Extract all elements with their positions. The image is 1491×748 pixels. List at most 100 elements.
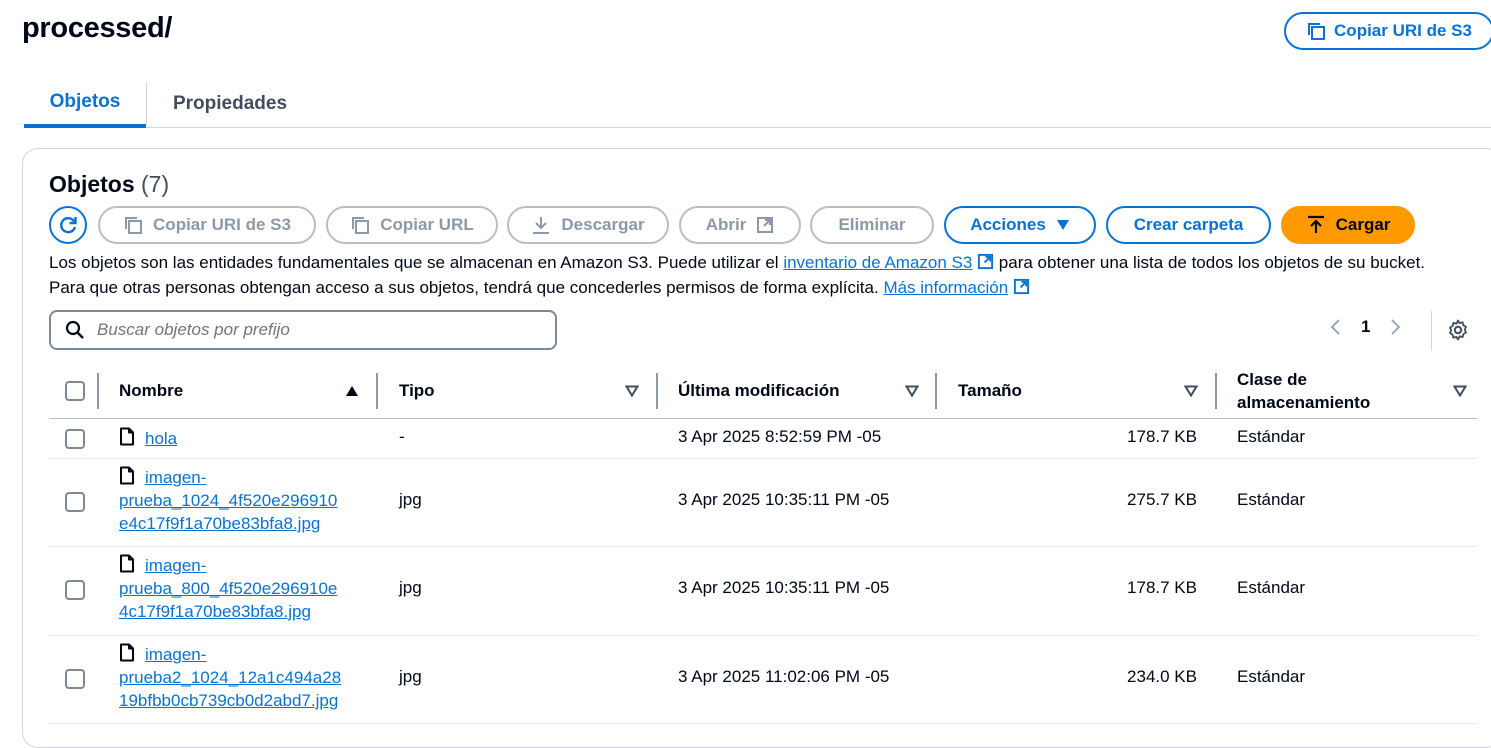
chevron-right-icon[interactable] bbox=[1390, 318, 1402, 336]
copy-icon bbox=[1308, 23, 1326, 40]
copy-uri-button[interactable]: Copiar URI de S3 bbox=[98, 206, 316, 244]
create-folder-button[interactable]: Crear carpeta bbox=[1106, 206, 1271, 244]
object-link[interactable]: imagen- bbox=[145, 556, 206, 575]
object-name: imagen- prueba_1024_4f520e296910 e4c17f9… bbox=[119, 466, 337, 535]
object-modified: 3 Apr 2025 10:35:11 PM -05 bbox=[678, 578, 890, 597]
refresh-icon bbox=[60, 217, 77, 234]
create-folder-label: Crear carpeta bbox=[1133, 215, 1244, 234]
sort-icon[interactable] bbox=[1184, 385, 1198, 397]
object-storage-class: Estándar bbox=[1237, 490, 1306, 509]
sort-icon[interactable] bbox=[625, 385, 639, 397]
sort-icon[interactable] bbox=[1453, 385, 1467, 397]
object-link[interactable]: hola bbox=[145, 429, 177, 448]
object-link[interactable]: 19bfbb0cb739cb0d2abd7.jpg bbox=[119, 691, 338, 710]
delete-button[interactable]: Eliminar bbox=[810, 206, 934, 244]
column-header-size[interactable]: Tamaño bbox=[958, 363, 1022, 419]
caret-down-icon bbox=[1056, 220, 1069, 230]
object-name: imagen- prueba_800_4f520e296910e 4c17f9f… bbox=[119, 554, 337, 623]
column-header-storage-class[interactable]: Clase de almacenamiento bbox=[1237, 363, 1370, 419]
object-size: 178.7 KB bbox=[1127, 578, 1197, 597]
select-all-checkbox[interactable] bbox=[65, 381, 85, 401]
column-divider bbox=[656, 373, 658, 409]
object-name: hola bbox=[119, 427, 177, 450]
row-checkbox[interactable] bbox=[65, 580, 85, 600]
object-storage-class: Estándar bbox=[1237, 427, 1306, 446]
table-row[interactable]: hola - 3 Apr 2025 8:52:59 PM -05 178.7 K… bbox=[49, 419, 1477, 459]
column-divider bbox=[935, 373, 937, 409]
sort-icon[interactable] bbox=[905, 385, 919, 397]
copy-s3-uri-label: Copiar URI de S3 bbox=[1334, 21, 1472, 40]
open-label: Abrir bbox=[705, 215, 747, 234]
object-link[interactable]: prueba_800_4f520e296910e bbox=[119, 579, 337, 598]
pager-divider bbox=[1431, 311, 1432, 351]
search-icon bbox=[65, 320, 84, 339]
copy-s3-uri-button[interactable]: Copiar URI de S3 bbox=[1284, 12, 1491, 50]
sort-ascending-icon[interactable] bbox=[345, 385, 359, 397]
object-link[interactable]: e4c17f9f1a70be83bfa8.jpg bbox=[119, 514, 320, 533]
object-link[interactable]: prueba_1024_4f520e296910 bbox=[119, 491, 337, 510]
object-link[interactable]: imagen- bbox=[145, 645, 206, 664]
delete-label: Eliminar bbox=[838, 215, 906, 234]
objects-count: (7) bbox=[141, 171, 170, 197]
row-checkbox[interactable] bbox=[65, 492, 85, 512]
external-link-icon bbox=[757, 217, 774, 233]
more-info-link[interactable]: Más información bbox=[883, 278, 1008, 297]
current-page[interactable]: 1 bbox=[1361, 317, 1370, 337]
gear-icon[interactable] bbox=[1447, 319, 1469, 341]
open-button[interactable]: Abrir bbox=[679, 206, 801, 244]
actions-label: Acciones bbox=[970, 215, 1046, 234]
copy-url-label: Copiar URL bbox=[380, 215, 474, 234]
refresh-button[interactable] bbox=[49, 206, 87, 244]
object-modified: 3 Apr 2025 8:52:59 PM -05 bbox=[678, 427, 882, 446]
object-type: jpg bbox=[399, 578, 422, 597]
object-type: jpg bbox=[399, 667, 422, 686]
object-type: - bbox=[399, 427, 405, 446]
file-icon bbox=[120, 554, 134, 573]
tab-divider bbox=[146, 82, 147, 124]
column-header-last-modified[interactable]: Última modificación bbox=[678, 363, 840, 419]
search-input[interactable] bbox=[95, 319, 535, 341]
s3-inventory-link[interactable]: inventario de Amazon S3 bbox=[783, 253, 972, 272]
pagination: 1 bbox=[1329, 317, 1402, 337]
row-checkbox[interactable] bbox=[65, 429, 85, 449]
object-modified: 3 Apr 2025 11:02:06 PM -05 bbox=[678, 667, 890, 686]
object-size: 234.0 KB bbox=[1127, 667, 1197, 686]
copy-url-button[interactable]: Copiar URL bbox=[326, 206, 498, 244]
actions-dropdown[interactable]: Acciones bbox=[944, 206, 1096, 244]
column-divider bbox=[1215, 373, 1217, 409]
file-icon bbox=[120, 643, 134, 662]
object-size: 275.7 KB bbox=[1127, 490, 1197, 509]
column-header-type[interactable]: Tipo bbox=[399, 363, 435, 419]
table-row[interactable]: imagen- prueba_800_4f520e296910e 4c17f9f… bbox=[49, 547, 1477, 636]
file-icon bbox=[120, 427, 134, 446]
download-button[interactable]: Descargar bbox=[507, 206, 669, 244]
objects-description: Los objetos son las entidades fundamenta… bbox=[49, 250, 1449, 300]
download-label: Descargar bbox=[561, 215, 645, 234]
objects-heading-label: Objetos bbox=[49, 171, 135, 197]
upload-button[interactable]: Cargar bbox=[1281, 206, 1415, 244]
object-storage-class: Estándar bbox=[1237, 578, 1306, 597]
search-box bbox=[49, 310, 557, 350]
description-text-1: Los objetos son las entidades fundamenta… bbox=[49, 253, 784, 272]
column-header-name[interactable]: Nombre bbox=[119, 363, 183, 419]
tab-properties[interactable]: Propiedades bbox=[152, 80, 308, 127]
table-row[interactable]: imagen- prueba2_1024_12a1c494a28 19bfbb0… bbox=[49, 636, 1477, 724]
table-row[interactable]: imagen- prueba_1024_4f520e296910 e4c17f9… bbox=[49, 459, 1477, 547]
external-link-icon bbox=[1013, 278, 1029, 295]
objects-heading: Objetos (7) bbox=[49, 171, 169, 198]
page-title: processed/ bbox=[22, 12, 173, 44]
chevron-left-icon[interactable] bbox=[1329, 318, 1341, 336]
object-size: 178.7 KB bbox=[1127, 427, 1197, 446]
external-link-icon bbox=[978, 253, 994, 270]
object-link[interactable]: prueba2_1024_12a1c494a28 bbox=[119, 668, 341, 687]
object-type: jpg bbox=[399, 490, 422, 509]
object-link[interactable]: 4c17f9f1a70be83bfa8.jpg bbox=[119, 602, 311, 621]
upload-label: Cargar bbox=[1335, 215, 1391, 234]
copy-icon bbox=[352, 217, 370, 234]
tab-objects[interactable]: Objetos bbox=[24, 80, 146, 128]
object-link[interactable]: imagen- bbox=[145, 468, 206, 487]
copy-uri-label: Copiar URI de S3 bbox=[153, 215, 291, 234]
object-name: imagen- prueba2_1024_12a1c494a28 19bfbb0… bbox=[119, 643, 341, 712]
download-icon bbox=[533, 217, 550, 234]
row-checkbox[interactable] bbox=[65, 669, 85, 689]
